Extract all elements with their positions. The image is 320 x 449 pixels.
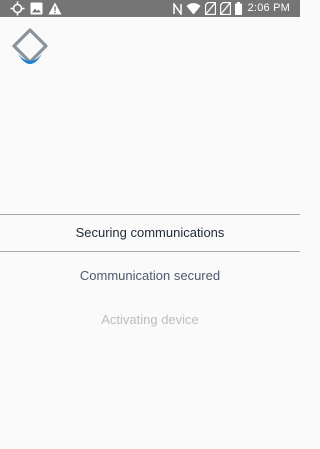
app-logo-icon (12, 28, 48, 68)
status-bar-right-icons: 2:06 PM (172, 1, 290, 16)
warning-icon (48, 2, 62, 15)
step-current: Securing communications (0, 214, 300, 252)
battery-icon (234, 2, 242, 15)
status-bar-left-icons (10, 1, 62, 16)
nfc-icon (172, 2, 182, 15)
status-bar-time: 2:06 PM (247, 2, 290, 14)
no-sim-icon (204, 2, 216, 15)
wifi-icon (186, 2, 201, 15)
image-icon (30, 2, 43, 15)
activation-step-list: Securing communications Communication se… (0, 214, 300, 338)
no-sim-icon (219, 2, 231, 15)
step-completed: Communication secured (79, 268, 221, 283)
status-bar: 2:06 PM (0, 0, 300, 17)
gps-icon (10, 1, 25, 16)
step-pending: Activating device (101, 312, 199, 327)
